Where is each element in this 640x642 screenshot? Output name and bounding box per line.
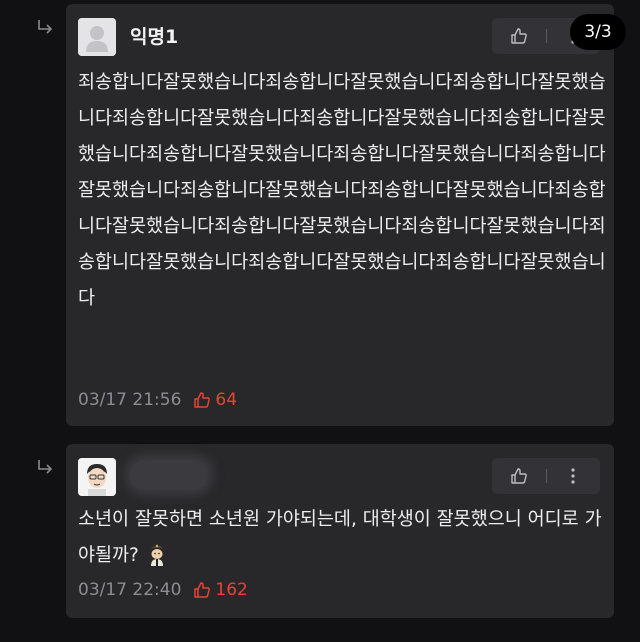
comment-date: 03/17 22:40 — [78, 580, 182, 600]
more-vertical-icon — [571, 468, 575, 484]
thumbs-up-icon — [511, 28, 527, 44]
cartoon-avatar-icon[interactable] — [78, 458, 116, 496]
like-count: 64 — [193, 390, 237, 410]
author-name-redacted — [130, 460, 208, 490]
like-count-value: 64 — [215, 390, 238, 410]
comment-actions — [492, 458, 600, 494]
comment-date: 03/17 21:56 — [78, 390, 182, 410]
comment-meta: 03/17 22:40 162 — [78, 580, 248, 600]
comment-body: 죄송합니다잘못했습니다죄송합니다잘못했습니다죄송합니다잘못했습니다죄송합니다잘못… — [78, 72, 606, 309]
comment-author[interactable]: 익명1 — [130, 22, 178, 49]
like-button[interactable] — [492, 18, 546, 54]
image-page-counter: 3/3 — [570, 14, 626, 50]
like-count: 162 — [193, 580, 248, 600]
like-count-value: 162 — [215, 580, 248, 600]
like-button[interactable] — [492, 458, 546, 494]
comment-body: 소년이 잘못하면 소년원 가야되는데, 대학생이 잘못했으니 어디로 가야될까? — [78, 502, 608, 574]
reply-arrow-icon — [36, 458, 54, 476]
thumbs-up-icon — [194, 392, 211, 408]
comment-card: 익명1 죄송합니다잘못했습니다죄송합니다잘못했습니다죄송합니다잘못했습니다죄송합… — [66, 4, 614, 426]
soldier-emoji-icon — [145, 541, 169, 567]
comment-meta: 03/17 21:56 64 — [78, 390, 237, 410]
comment-card: 소년이 잘못하면 소년원 가야되는데, 대학생이 잘못했으니 어디로 가야될까?… — [66, 444, 614, 618]
thumbs-up-icon — [194, 582, 211, 598]
default-avatar-icon[interactable] — [78, 18, 116, 56]
reply-arrow-icon — [36, 18, 54, 36]
more-options-button[interactable] — [547, 458, 601, 494]
thumbs-up-icon — [511, 468, 527, 484]
